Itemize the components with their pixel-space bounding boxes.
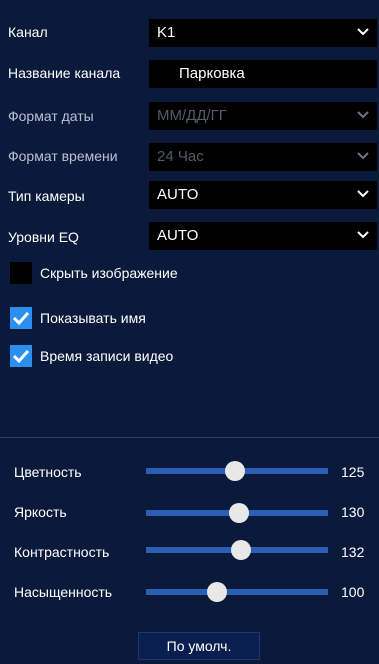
default-button[interactable]: По умолч. bbox=[138, 632, 260, 660]
date-format-value: ММ/ДД/ГГ bbox=[157, 107, 227, 124]
camera-type-label: Тип камеры bbox=[8, 188, 85, 204]
section-divider bbox=[0, 437, 379, 438]
chevron-down-icon bbox=[357, 181, 371, 209]
camera-type-value: AUTO bbox=[157, 186, 199, 203]
eq-level-label: Уровни EQ bbox=[8, 229, 79, 245]
hide-image-checkbox[interactable] bbox=[10, 262, 32, 284]
contrast-label: Контрастность bbox=[14, 544, 110, 560]
channel-name-value: Парковка bbox=[179, 65, 245, 82]
channel-label: Канал bbox=[8, 24, 48, 40]
saturation-label: Насыщенность bbox=[14, 584, 113, 600]
chevron-down-icon bbox=[357, 222, 371, 250]
eq-level-select[interactable]: AUTO bbox=[149, 222, 377, 250]
time-format-label: Формат времени bbox=[8, 148, 118, 164]
hue-slider-thumb[interactable] bbox=[225, 461, 246, 481]
hide-image-label: Скрыть изображение bbox=[40, 265, 178, 281]
chevron-down-icon bbox=[357, 143, 371, 171]
time-format-value: 24 Час bbox=[157, 148, 204, 165]
checkmark-icon bbox=[12, 311, 30, 326]
channel-name-label: Название канала bbox=[8, 65, 121, 81]
brightness-value: 130 bbox=[341, 504, 365, 520]
contrast-slider-track[interactable] bbox=[146, 540, 328, 560]
contrast-slider-thumb[interactable] bbox=[230, 540, 251, 560]
channel-name-input[interactable]: Парковка bbox=[149, 60, 377, 88]
date-format-select[interactable]: ММ/ДД/ГГ bbox=[149, 102, 377, 130]
channel-select[interactable]: K1 bbox=[149, 19, 377, 47]
saturation-value: 100 bbox=[341, 584, 365, 600]
saturation-hue-label: Цветность bbox=[14, 464, 82, 480]
record-time-label: Время записи видео bbox=[40, 348, 174, 364]
saturation-slider-track[interactable] bbox=[146, 582, 328, 602]
saturation-slider-thumb[interactable] bbox=[206, 582, 227, 602]
camera-type-select[interactable]: AUTO bbox=[149, 181, 377, 209]
show-name-label: Показывать имя bbox=[40, 310, 146, 326]
checkmark-icon bbox=[12, 349, 30, 364]
time-format-select[interactable]: 24 Час bbox=[149, 143, 377, 171]
show-name-checkbox[interactable] bbox=[10, 307, 32, 329]
brightness-label: Яркость bbox=[14, 504, 67, 520]
date-format-label: Формат даты bbox=[8, 108, 94, 124]
brightness-slider-thumb[interactable] bbox=[228, 503, 249, 523]
hue-value: 125 bbox=[341, 464, 365, 480]
brightness-slider-track[interactable] bbox=[146, 503, 328, 523]
contrast-value: 132 bbox=[341, 544, 365, 560]
chevron-down-icon bbox=[357, 102, 371, 130]
channel-value: K1 bbox=[157, 24, 176, 41]
hue-slider-track[interactable] bbox=[146, 461, 328, 481]
record-time-checkbox[interactable] bbox=[10, 345, 32, 367]
chevron-down-icon bbox=[357, 19, 371, 47]
eq-level-value: AUTO bbox=[157, 227, 199, 244]
